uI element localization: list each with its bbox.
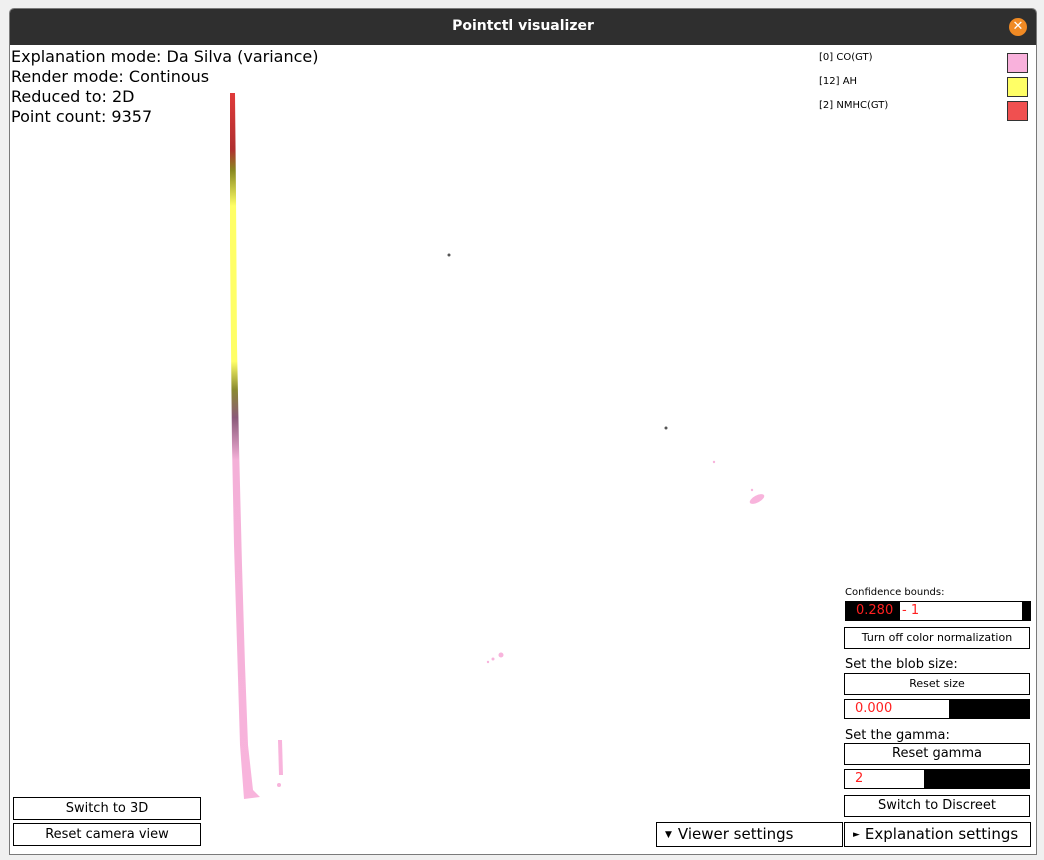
- point-outlier: [664, 426, 668, 430]
- visualization-canvas[interactable]: Explanation mode: Da Silva (variance) Re…: [10, 45, 1036, 854]
- gamma-slider[interactable]: 2: [844, 769, 1030, 789]
- confidence-low-value: 0.280: [856, 603, 894, 618]
- point-outlier: [498, 652, 504, 658]
- legend-swatch-nmhc: [1007, 101, 1028, 121]
- gamma-value: 2: [855, 771, 864, 786]
- point-cluster-side: [278, 740, 283, 775]
- switch-discreet-button[interactable]: Switch to Discreet: [844, 795, 1030, 817]
- point-outlier: [277, 783, 281, 787]
- viewer-settings-tab[interactable]: ▼ Viewer settings: [656, 822, 843, 847]
- main-window: Pointctl visualizer ✕ Explanation mode: …: [9, 8, 1037, 855]
- blob-size-label: Set the blob size:: [845, 657, 958, 672]
- switch-3d-button[interactable]: Switch to 3D: [13, 797, 201, 820]
- legend-swatch-co: [1007, 53, 1028, 73]
- blob-size-slider[interactable]: 0.000: [844, 699, 1030, 719]
- point-outlier: [447, 253, 451, 257]
- color-normalization-button[interactable]: Turn off color normalization: [844, 627, 1030, 649]
- window-title: Pointctl visualizer: [452, 18, 594, 34]
- confidence-high-value: - 1: [902, 603, 920, 618]
- triangle-right-icon: ►: [853, 830, 860, 840]
- legend-label-ah: [12] AH: [819, 76, 858, 87]
- point-cluster-main: [230, 93, 260, 799]
- reduced-to-text: Reduced to: 2D: [11, 87, 135, 106]
- explanation-settings-tab[interactable]: ► Explanation settings: [844, 822, 1031, 847]
- reset-gamma-button[interactable]: Reset gamma: [844, 743, 1030, 765]
- blob-size-value: 0.000: [855, 701, 893, 716]
- point-outlier: [486, 660, 490, 664]
- explanation-settings-label: Explanation settings: [864, 825, 1019, 843]
- gamma-label: Set the gamma:: [845, 728, 950, 743]
- point-outlier: [712, 460, 716, 464]
- close-icon[interactable]: ✕: [1009, 18, 1027, 36]
- viewer-settings-label: Viewer settings: [677, 825, 794, 843]
- point-outlier: [491, 657, 495, 661]
- title-bar: Pointctl visualizer ✕: [10, 9, 1036, 45]
- reset-camera-button[interactable]: Reset camera view: [13, 823, 201, 846]
- render-mode-text: Render mode: Continous: [11, 67, 210, 86]
- confidence-bounds-slider[interactable]: 0.280 - 1: [845, 601, 1031, 621]
- reset-size-button[interactable]: Reset size: [844, 673, 1030, 695]
- point-outlier: [750, 488, 754, 492]
- explanation-mode-text: Explanation mode: Da Silva (variance): [11, 47, 319, 66]
- point-cluster-small: [749, 494, 765, 504]
- legend-swatch-ah: [1007, 77, 1028, 97]
- legend-label-co: [0] CO(GT): [819, 52, 873, 63]
- confidence-high-handle[interactable]: [1022, 602, 1030, 620]
- triangle-down-icon: ▼: [665, 830, 672, 840]
- point-count-text: Point count: 9357: [11, 107, 153, 126]
- legend-label-nmhc: [2] NMHC(GT): [819, 100, 889, 111]
- confidence-bounds-label: Confidence bounds:: [845, 587, 945, 598]
